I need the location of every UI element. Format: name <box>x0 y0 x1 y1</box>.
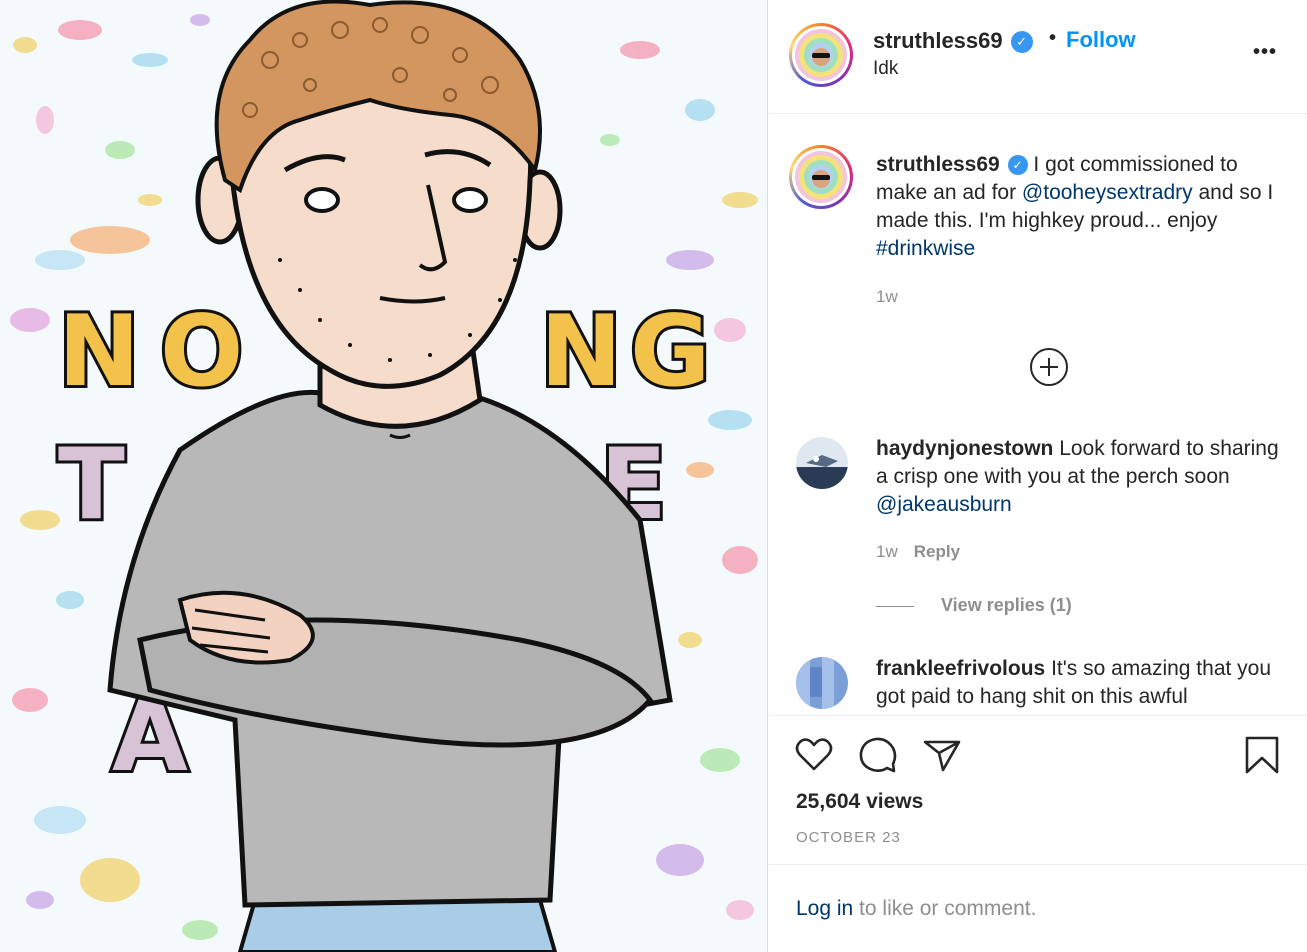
comment-text: frankleefrivolous It's so amazing that y… <box>876 655 1286 711</box>
comment-timestamp[interactable]: 1w <box>876 542 898 561</box>
avatar-icon <box>795 151 847 203</box>
commenter-avatar[interactable] <box>796 437 848 489</box>
svg-text:T: T <box>58 428 125 542</box>
reply-button[interactable]: Reply <box>914 542 960 561</box>
view-replies-button[interactable]: View replies (1) <box>941 595 1072 616</box>
avatar-icon <box>796 437 848 489</box>
comment-username[interactable]: frankleefrivolous <box>876 657 1045 680</box>
avatar-icon <box>795 29 847 81</box>
author-avatar[interactable] <box>789 23 853 87</box>
author-username[interactable]: struthless69 ✓ <box>873 28 1033 54</box>
load-more-comments-button[interactable] <box>1030 348 1068 386</box>
separator-dot: • <box>1049 27 1057 49</box>
login-link[interactable]: Log in <box>796 897 853 920</box>
paper-plane-icon[interactable] <box>921 734 963 776</box>
login-prompt: Log in to like or comment. <box>769 864 1307 952</box>
login-text: Log in to like or comment. <box>796 897 1036 921</box>
svg-text:G: G <box>630 295 710 409</box>
caption-text: struthless69 ✓ I got commissioned to mak… <box>876 151 1286 263</box>
post-location[interactable]: Idk <box>873 58 898 80</box>
follow-button[interactable]: Follow <box>1066 27 1136 53</box>
post-header: struthless69 ✓ • Follow Idk ••• <box>769 0 1307 114</box>
comments-list[interactable]: struthless69 ✓ I got commissioned to mak… <box>769 115 1307 715</box>
caption-username[interactable]: struthless69 <box>876 153 1000 176</box>
verified-badge-icon: ✓ <box>1010 31 1033 54</box>
replies-divider <box>876 606 914 607</box>
comment-icon[interactable] <box>857 734 899 776</box>
svg-text:N: N <box>58 295 140 409</box>
caption-avatar[interactable] <box>789 145 853 209</box>
bookmark-icon[interactable] <box>1241 734 1283 776</box>
more-options-icon[interactable]: ••• <box>1253 41 1277 64</box>
login-suffix: to like or comment. <box>853 897 1037 920</box>
commenter-avatar[interactable] <box>796 657 848 709</box>
username-text[interactable]: struthless69 <box>873 28 1003 53</box>
comment-username[interactable]: haydynjonestown <box>876 437 1053 460</box>
post-illustration: N O N G T E A <box>10 0 758 952</box>
caption-timestamp[interactable]: 1w <box>876 287 898 307</box>
comment-mention-link[interactable]: @jakeausburn <box>876 493 1012 516</box>
comment-text: haydynjonestown Look forward to sharing … <box>876 435 1286 519</box>
verified-badge-icon: ✓ <box>1007 155 1028 176</box>
comment-meta: 1w Reply <box>876 542 960 562</box>
svg-text:O: O <box>160 295 243 409</box>
post-actions: 25,604 views OCTOBER 23 <box>769 715 1307 864</box>
post-sidebar: struthless69 ✓ • Follow Idk ••• struthle… <box>769 0 1307 952</box>
post-media[interactable]: N O N G T E A <box>0 0 768 952</box>
caption-mention-link[interactable]: @tooheysextradry <box>1022 181 1193 204</box>
avatar-icon <box>796 657 848 709</box>
caption-hashtag-link[interactable]: #drinkwise <box>876 237 975 260</box>
view-count[interactable]: 25,604 views <box>796 790 923 814</box>
heart-icon[interactable] <box>793 734 835 776</box>
post-date[interactable]: OCTOBER 23 <box>796 829 901 846</box>
svg-text:N: N <box>540 295 622 409</box>
